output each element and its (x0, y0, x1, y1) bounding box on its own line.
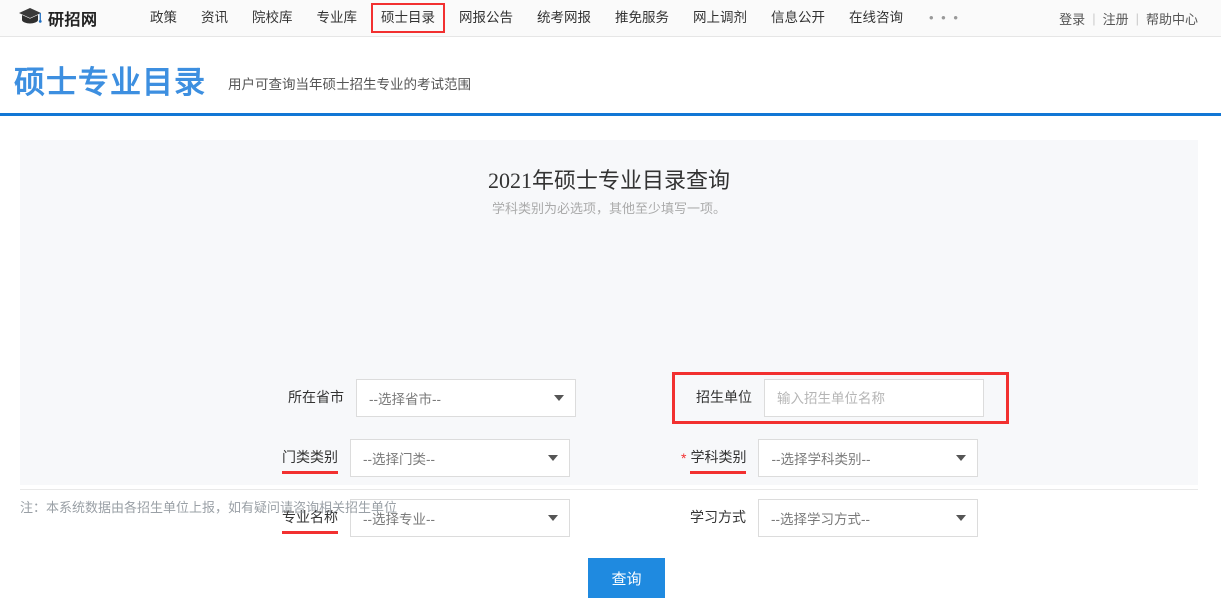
help-center-link[interactable]: 帮助中心 (1139, 9, 1205, 28)
field-subject: * 学科类别 --选择学科类别-- (681, 439, 979, 477)
field-label-province: 所在省市 (288, 389, 344, 405)
form-title: 2021年硕士专业目录查询 (487, 168, 730, 193)
category-select[interactable]: --选择门类-- (350, 439, 570, 477)
required-asterisk-icon: * (681, 450, 687, 466)
study-mode-select-value: --选择学习方式-- (771, 512, 870, 527)
top-navigation-bar: 研招网 政策 资讯 院校库 专业库 硕士目录 网报公告 统考网报 推免服务 网上… (0, 0, 1221, 37)
search-submit-button[interactable]: 查询 (588, 558, 665, 598)
field-category: 门类类别 --选择门类-- (282, 439, 570, 477)
form-note: 学科类别为必选项，其他至少填写一项。 (491, 201, 726, 216)
nav-item-tongkaowangbao[interactable]: 统考网报 (525, 0, 603, 36)
account-links: 登录 | 注册 | 帮助中心 (1052, 0, 1205, 36)
header-divider (0, 113, 1221, 116)
field-unit: 招生单位 (696, 379, 984, 417)
site-logo[interactable]: 研招网 (18, 0, 98, 36)
footer-divider (20, 489, 1198, 490)
register-link[interactable]: 注册 (1096, 9, 1136, 28)
nav-item-tuimianfuwu[interactable]: 推免服务 (603, 0, 681, 36)
chevron-down-icon (554, 395, 564, 401)
chevron-down-icon (548, 515, 558, 521)
nav-item-yuanxiaoku[interactable]: 院校库 (240, 0, 305, 36)
field-study-mode: 学习方式 --选择学习方式-- (690, 499, 978, 537)
page-header: 硕士专业目录 用户可查询当年硕士招生专业的考试范围 (0, 37, 1221, 115)
field-label-subject: 学科类别 (690, 447, 747, 474)
field-label-unit: 招生单位 (696, 389, 752, 405)
category-select-value: --选择门类-- (363, 452, 435, 467)
province-select[interactable]: --选择省市-- (356, 379, 576, 417)
chevron-down-icon (956, 515, 966, 521)
more-menu-icon[interactable]: • • • (915, 0, 974, 36)
field-province: 所在省市 --选择省市-- (288, 379, 576, 417)
nav-item-zhengce[interactable]: 政策 (138, 0, 189, 36)
nav-item-zixun[interactable]: 资讯 (189, 0, 240, 36)
brand-name: 研招网 (48, 12, 98, 29)
nav-item-wangshangtiaoji[interactable]: 网上调剂 (681, 0, 759, 36)
nav-item-wangbaogonggao[interactable]: 网报公告 (447, 0, 525, 36)
nav-item-zaixianzixun[interactable]: 在线咨询 (837, 0, 915, 36)
chevron-down-icon (956, 455, 967, 461)
page-title: 硕士专业目录 (14, 65, 206, 100)
study-mode-select[interactable]: --选择学习方式-- (758, 499, 978, 537)
graduation-cap-icon (18, 7, 42, 30)
nav-item-list: 政策 资讯 院校库 专业库 硕士目录 网报公告 统考网报 推免服务 网上调剂 信… (138, 0, 974, 36)
footer-note: 注：本系统数据由各招生单位上报，如有疑问请咨询相关招生单位 (20, 500, 398, 515)
search-form-panel: 2021年硕士专业目录查询 学科类别为必选项，其他至少填写一项。 所在省市 --… (20, 140, 1198, 598)
unit-input[interactable] (764, 379, 984, 417)
subject-select[interactable]: --选择学科类别-- (758, 439, 979, 477)
chevron-down-icon (548, 455, 558, 461)
province-select-value: --选择省市-- (369, 392, 441, 407)
nav-item-shuoshimulu[interactable]: 硕士目录 (369, 0, 447, 36)
login-link[interactable]: 登录 (1052, 9, 1092, 28)
page-subtitle: 用户可查询当年硕士招生专业的考试范围 (228, 77, 471, 92)
field-label-category: 门类类别 (282, 447, 338, 474)
nav-item-xinxigongkai[interactable]: 信息公开 (759, 0, 837, 36)
field-label-study-mode: 学习方式 (690, 509, 746, 525)
subject-select-value: --选择学科类别-- (771, 452, 871, 467)
nav-item-zhuanyeku[interactable]: 专业库 (305, 0, 370, 36)
